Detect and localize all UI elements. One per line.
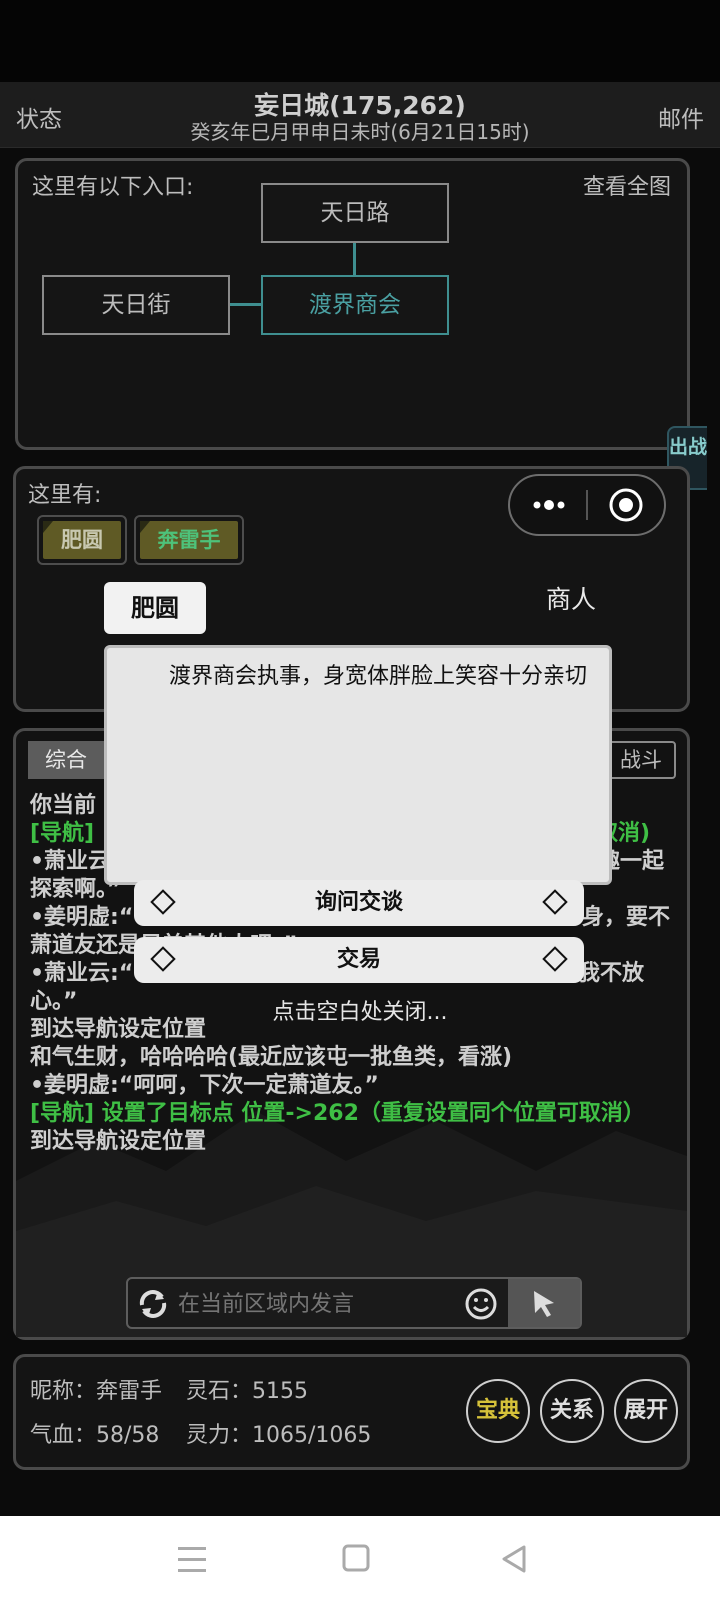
- npc-name-badge: 肥圆: [104, 582, 206, 634]
- mana: 灵力：1065/1065: [186, 1423, 372, 1448]
- expand-button[interactable]: 展开: [614, 1379, 678, 1443]
- map-panel: 这里有以下入口: 查看全图 天日路 天日街 渡界商会: [15, 158, 690, 450]
- npc-name: 奔雷手: [140, 521, 238, 559]
- npc-name: 肥圆: [43, 521, 121, 559]
- menu-icon[interactable]: [176, 1544, 210, 1576]
- close-hint[interactable]: 点击空白处关闭...: [0, 994, 720, 1026]
- chat-line: 我不放: [578, 961, 645, 986]
- system-nav-bar: [0, 1516, 720, 1604]
- spirit-stone: 灵石：5155: [186, 1379, 308, 1404]
- npc-role: 商人: [546, 585, 597, 614]
- entrances-label: 这里有以下入口:: [32, 175, 194, 200]
- room-current[interactable]: 渡界商会: [261, 275, 449, 335]
- trade-label: 交易: [336, 947, 381, 972]
- home-icon[interactable]: [340, 1542, 374, 1576]
- diamond-icon: [542, 946, 568, 972]
- npc-tag-benleishou[interactable]: 奔雷手: [134, 515, 244, 565]
- status-bar: [0, 0, 720, 82]
- room-tianri-street[interactable]: 天日街: [42, 275, 230, 335]
- chat-input-bar: [126, 1277, 582, 1329]
- npc-description-box: 渡界商会执事，身宽体胖脸上笑容十分亲切: [104, 645, 612, 885]
- trade-button[interactable]: 交易: [134, 937, 584, 983]
- more-dots-icon[interactable]: [510, 476, 588, 534]
- target-circle-icon[interactable]: [588, 476, 666, 534]
- chat-tab-battle[interactable]: 战斗: [606, 741, 676, 779]
- game-time: 癸亥年巳月甲申日未时(6月21日15时): [190, 120, 530, 144]
- refresh-icon[interactable]: [136, 1287, 170, 1321]
- chat-tab-all[interactable]: 综合: [28, 741, 104, 779]
- emoji-icon[interactable]: [464, 1287, 498, 1321]
- talk-label: 询问交谈: [314, 890, 403, 915]
- here-label: 这里有:: [28, 483, 102, 508]
- chat-input[interactable]: [176, 1285, 456, 1323]
- relations-button[interactable]: 关系: [540, 1379, 604, 1443]
- map-link: [230, 303, 261, 306]
- diamond-icon: [150, 946, 176, 972]
- nickname: 昵称：奔雷手: [30, 1379, 163, 1404]
- chat-line: 身，要不: [582, 905, 671, 930]
- talk-button[interactable]: 询问交谈: [134, 880, 584, 926]
- send-button[interactable]: [508, 1279, 580, 1327]
- room-tianri-road[interactable]: 天日路: [261, 183, 449, 243]
- back-icon[interactable]: [498, 1542, 532, 1576]
- npc-tag-feiyuan[interactable]: 肥圆: [37, 515, 127, 565]
- diamond-icon: [542, 889, 568, 915]
- miniprogram-capsule: [508, 474, 666, 536]
- map-link: [353, 243, 356, 275]
- treasure-book-button[interactable]: 宝典: [466, 1379, 530, 1443]
- npc-description: 渡界商会执事，身宽体胖脸上笑容十分亲切: [169, 664, 588, 689]
- cursor-arrow-icon: [534, 1291, 554, 1317]
- player-stats-panel: 昵称：奔雷手 灵石：5155 气血：58/58 灵力：1065/1065 宝典 …: [13, 1354, 690, 1470]
- view-full-map-button[interactable]: 查看全图: [583, 169, 671, 201]
- header: 状态 妄日城(175,262) 癸亥年巳月甲申日未时(6月21日15时) 邮件: [0, 82, 720, 148]
- diamond-icon: [150, 889, 176, 915]
- hp: 气血：58/58: [30, 1423, 160, 1448]
- chat-line: 到达导航设定位置: [30, 1129, 207, 1154]
- mail-button[interactable]: 邮件: [658, 100, 704, 134]
